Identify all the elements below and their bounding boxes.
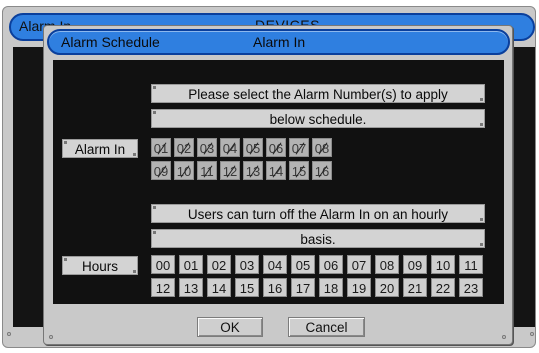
hour-22[interactable]: 22 [431, 278, 455, 297]
hour-14[interactable]: 14 [207, 278, 231, 297]
corner-dot-icon [49, 335, 53, 339]
alarm-number-09[interactable]: 09 [151, 161, 171, 180]
hour-06[interactable]: 06 [319, 255, 343, 274]
hour-18[interactable]: 18 [319, 278, 343, 297]
hour-05[interactable]: 05 [291, 255, 315, 274]
alarm-number-10[interactable]: 10 [174, 161, 194, 180]
alarm-number-15[interactable]: 15 [289, 161, 309, 180]
hours-label: Hours [62, 256, 138, 275]
corner-dot-icon [530, 332, 534, 336]
hour-13[interactable]: 13 [179, 278, 203, 297]
hour-08[interactable]: 08 [375, 255, 399, 274]
hour-19[interactable]: 19 [347, 278, 371, 297]
alarm-number-01[interactable]: 01 [151, 138, 171, 157]
hour-15[interactable]: 15 [235, 278, 259, 297]
hour-12[interactable]: 12 [151, 278, 175, 297]
hour-01[interactable]: 01 [179, 255, 203, 274]
alarm-number-14[interactable]: 14 [266, 161, 286, 180]
hour-20[interactable]: 20 [375, 278, 399, 297]
alarm-number-11[interactable]: 11 [197, 161, 217, 180]
devices-panel-left [13, 47, 47, 327]
instruction-hours-line-1: Users can turn off the Alarm In on an ho… [151, 204, 485, 223]
hour-09[interactable]: 09 [403, 255, 427, 274]
hour-00[interactable]: 00 [151, 255, 175, 274]
hour-02[interactable]: 02 [207, 255, 231, 274]
hour-03[interactable]: 03 [235, 255, 259, 274]
alarm-number-05[interactable]: 05 [243, 138, 263, 157]
alarm-number-07[interactable]: 07 [289, 138, 309, 157]
corner-dot-icon [7, 332, 11, 336]
hour-04[interactable]: 04 [263, 255, 287, 274]
dialog-subtitle: Alarm In [253, 34, 306, 50]
instruction-hours-line-2: basis. [151, 229, 485, 248]
devices-panel-right [513, 47, 535, 327]
dialog-title-bar: Alarm Schedule Alarm In [47, 29, 510, 55]
alarm-number-16[interactable]: 16 [312, 161, 332, 180]
schedule-panel: Please select the Alarm Number(s) to app… [53, 60, 504, 304]
alarm-number-12[interactable]: 12 [220, 161, 240, 180]
alarm-number-02[interactable]: 02 [174, 138, 194, 157]
alarm-schedule-dialog: Alarm Schedule Alarm In Please select th… [43, 25, 513, 345]
alarm-number-06[interactable]: 06 [266, 138, 286, 157]
hour-10[interactable]: 10 [431, 255, 455, 274]
hour-07[interactable]: 07 [347, 255, 371, 274]
hour-16[interactable]: 16 [263, 278, 287, 297]
alarm-number-13[interactable]: 13 [243, 161, 263, 180]
hour-23[interactable]: 23 [459, 278, 483, 297]
dialog-title: Alarm Schedule [61, 34, 160, 50]
instruction-alarm-line-1: Please select the Alarm Number(s) to app… [151, 84, 485, 103]
alarm-number-08[interactable]: 08 [312, 138, 332, 157]
instruction-alarm-line-2: below schedule. [151, 109, 485, 128]
cancel-button[interactable]: Cancel [288, 317, 365, 337]
ok-button[interactable]: OK [197, 317, 263, 337]
alarm-number-04[interactable]: 04 [220, 138, 240, 157]
hour-21[interactable]: 21 [403, 278, 427, 297]
hour-17[interactable]: 17 [291, 278, 315, 297]
hour-11[interactable]: 11 [459, 255, 483, 274]
alarm-number-03[interactable]: 03 [197, 138, 217, 157]
corner-dot-icon [502, 335, 506, 339]
alarm-in-label: Alarm In [62, 139, 138, 158]
